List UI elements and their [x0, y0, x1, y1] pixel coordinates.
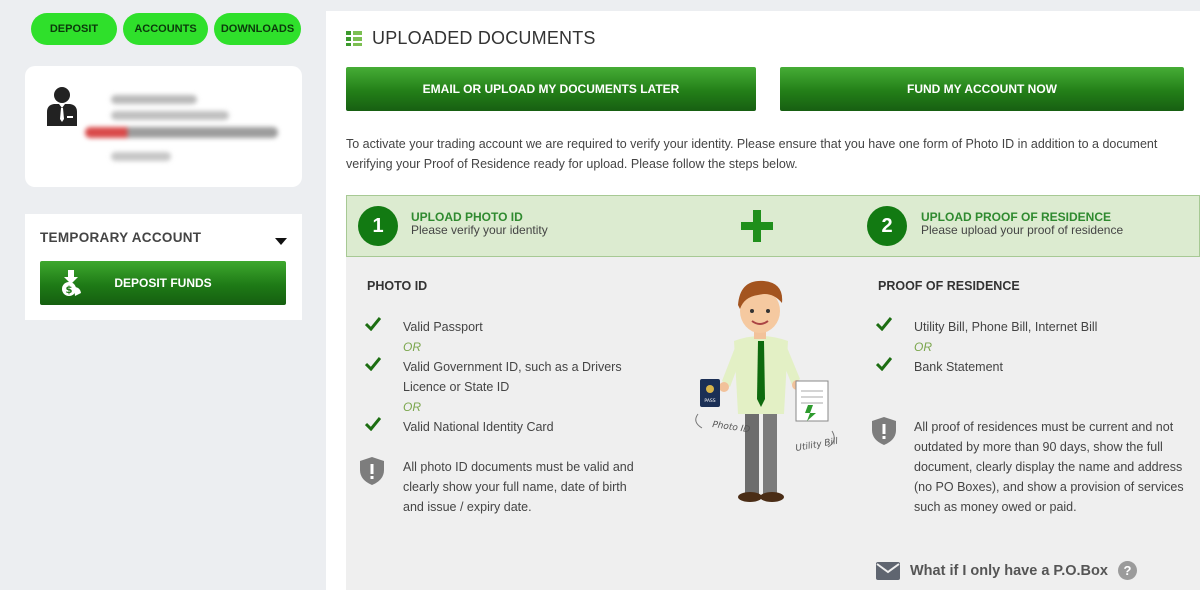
profile-name-redacted	[111, 95, 197, 104]
deposit-funds-button[interactable]: $ DEPOSIT FUNDS	[40, 261, 286, 305]
residence-note: All proof of residences must be current …	[914, 420, 1184, 514]
step-1-subtitle: Please verify your identity	[411, 223, 548, 237]
chevron-down-icon[interactable]	[275, 238, 287, 245]
or-separator: OR	[914, 340, 932, 354]
po-box-help-link[interactable]: What if I only have a P.O.Box ?	[876, 561, 1137, 580]
help-icon[interactable]: ?	[1117, 561, 1137, 580]
fund-account-button[interactable]: FUND MY ACCOUNT NOW	[780, 67, 1184, 111]
step-1-badge: 1	[358, 206, 398, 246]
check-icon	[876, 357, 892, 371]
utility-bill-caption: Utility Bill	[795, 437, 840, 454]
or-separator: OR	[403, 340, 421, 354]
documents-content: PHOTO ID Valid Passport OR Valid Governm…	[346, 257, 1200, 590]
upload-later-button[interactable]: EMAIL OR UPLOAD MY DOCUMENTS LATER	[346, 67, 756, 111]
temporary-account-panel: TEMPORARY ACCOUNT $ DEPOSIT FUNDS	[25, 214, 302, 320]
steps-bar: 1 UPLOAD PHOTO ID Please verify your ide…	[346, 195, 1200, 257]
step-2-badge: 2	[867, 206, 907, 246]
po-box-text: What if I only have a P.O.Box	[910, 562, 1108, 579]
user-avatar-icon	[47, 87, 77, 126]
photo-id-caption: Photo ID	[712, 420, 751, 435]
main-panel: UPLOADED DOCUMENTS EMAIL OR UPLOAD MY DO…	[326, 11, 1200, 590]
photo-item-government-id: Valid Government ID, such as a Drivers L…	[403, 360, 622, 394]
person-holding-documents-illustration: PASS Photo ID Utility Bill	[695, 280, 840, 502]
svg-text:$: $	[66, 285, 73, 296]
check-icon	[876, 317, 892, 331]
deposit-nav-button[interactable]: DEPOSIT	[31, 13, 117, 45]
photo-item-national-id: Valid National Identity Card	[403, 420, 554, 434]
shield-warning-icon	[872, 417, 896, 445]
profile-progress-redacted	[85, 127, 278, 138]
passport-text: PASS	[704, 398, 715, 404]
envelope-icon	[876, 561, 900, 580]
photo-id-heading: PHOTO ID	[367, 279, 428, 293]
proof-of-residence-heading: PROOF OF RESIDENCE	[878, 279, 1020, 293]
plus-icon	[741, 210, 773, 242]
top-nav: DEPOSIT ACCOUNTS DOWNLOADS	[31, 13, 301, 45]
deposit-funds-label: DEPOSIT FUNDS	[114, 276, 212, 290]
intro-text: To activate your trading account we are …	[346, 137, 1158, 171]
account-title: TEMPORARY ACCOUNT	[40, 230, 202, 245]
shield-warning-icon	[360, 457, 384, 485]
profile-status-redacted	[111, 152, 171, 161]
check-icon	[365, 417, 381, 431]
list-icon	[346, 31, 362, 46]
or-separator: OR	[403, 400, 421, 414]
page-title: UPLOADED DOCUMENTS	[372, 28, 596, 48]
photo-item-passport: Valid Passport	[403, 320, 483, 334]
check-icon	[365, 317, 381, 331]
step-2-subtitle: Please upload your proof of residence	[921, 223, 1124, 237]
profile-card	[25, 66, 302, 187]
deposit-money-icon: $	[62, 270, 81, 296]
downloads-nav-button[interactable]: DOWNLOADS	[214, 13, 301, 45]
photo-id-note: All photo ID documents must be valid and…	[403, 460, 634, 514]
residence-item-bank-statement: Bank Statement	[914, 360, 1003, 374]
check-icon	[365, 357, 381, 371]
step-2-title: UPLOAD PROOF OF RESIDENCE	[921, 210, 1112, 224]
accounts-nav-button[interactable]: ACCOUNTS	[123, 13, 208, 45]
profile-detail-redacted	[111, 111, 229, 120]
step-1-title: UPLOAD PHOTO ID	[411, 210, 523, 224]
residence-item-bills: Utility Bill, Phone Bill, Internet Bill	[914, 320, 1098, 334]
